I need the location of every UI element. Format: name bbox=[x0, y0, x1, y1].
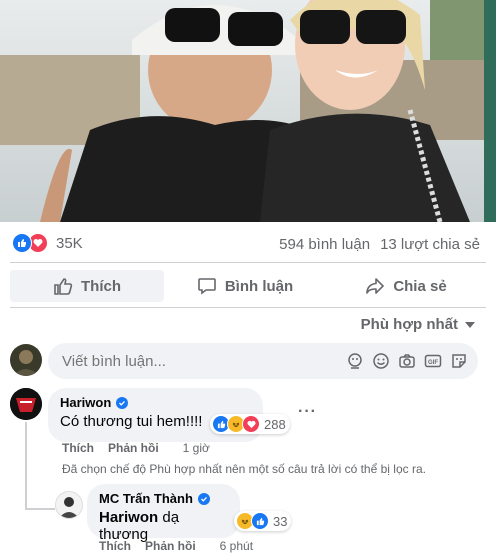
comment-author-name[interactable]: Hariwon bbox=[60, 395, 111, 410]
reply-thread-line bbox=[25, 422, 27, 510]
reply-text: Hariwon dạ thương bbox=[99, 509, 228, 543]
comment-reaction-badge[interactable]: 288 bbox=[210, 414, 290, 434]
avatar-sticker-icon[interactable] bbox=[346, 352, 364, 370]
post-photo[interactable] bbox=[0, 0, 496, 222]
reply-author-avatar[interactable] bbox=[55, 491, 83, 519]
like-icon bbox=[251, 512, 269, 530]
reply-mention[interactable]: Hariwon bbox=[99, 509, 158, 526]
verified-icon bbox=[197, 492, 210, 505]
current-user-avatar[interactable] bbox=[10, 344, 42, 376]
divider bbox=[10, 262, 486, 263]
reply-bubble[interactable]: MC Trấn Thành Hariwon dạ thương bbox=[87, 484, 240, 543]
comment-time[interactable]: 1 giờ bbox=[183, 441, 210, 455]
comment-label: Bình luận bbox=[224, 277, 294, 295]
comment-like-link[interactable]: Thích bbox=[62, 441, 94, 455]
share-arrow-icon bbox=[366, 278, 385, 294]
reply-reaction-badge[interactable]: 33 bbox=[234, 511, 292, 531]
engagement-counts: 594 bình luận 13 lượt chia sẻ bbox=[279, 236, 480, 253]
thumb-icon bbox=[54, 278, 73, 295]
comment-icon bbox=[198, 278, 216, 295]
like-icon bbox=[12, 233, 32, 253]
share-label: Chia sẻ bbox=[393, 277, 447, 295]
share-button[interactable]: Chia sẻ bbox=[326, 270, 486, 302]
gif-icon[interactable]: GIF bbox=[424, 352, 442, 370]
commenter-avatar[interactable] bbox=[10, 388, 42, 420]
like-button[interactable]: Thích bbox=[10, 270, 164, 302]
comment-reply-link[interactable]: Phản hồi bbox=[108, 441, 159, 455]
comment-button[interactable]: Bình luận bbox=[170, 270, 320, 302]
caret-down-icon bbox=[465, 321, 475, 328]
reply-time[interactable]: 6 phút bbox=[220, 539, 253, 553]
composer-tools: GIF bbox=[346, 352, 468, 370]
share-count[interactable]: 13 lượt chia sẻ bbox=[380, 236, 480, 253]
reply-reaction-count: 33 bbox=[273, 513, 288, 529]
like-label: Thích bbox=[81, 277, 121, 295]
reaction-count[interactable]: 35K bbox=[56, 235, 83, 252]
reply-meta: Thích Phản hồi 6 phút bbox=[99, 539, 253, 553]
comment-meta: Thích Phản hồi 1 giờ bbox=[62, 441, 210, 455]
comment-count[interactable]: 594 bình luận bbox=[279, 236, 370, 253]
sticker-icon[interactable] bbox=[450, 352, 468, 370]
comment-sort-dropdown[interactable]: Phù hợp nhất bbox=[361, 316, 476, 333]
comment-author[interactable]: Hariwon bbox=[60, 395, 251, 410]
camera-icon[interactable] bbox=[398, 352, 416, 370]
divider bbox=[10, 307, 486, 308]
love-icon bbox=[242, 415, 260, 433]
verified-icon bbox=[116, 396, 129, 409]
reply-like-link[interactable]: Thích bbox=[99, 539, 131, 553]
reply-author-name[interactable]: MC Trấn Thành bbox=[99, 491, 193, 506]
comment-reaction-count: 288 bbox=[264, 416, 286, 432]
svg-text:GIF: GIF bbox=[428, 360, 438, 366]
reply-author[interactable]: MC Trấn Thành bbox=[99, 491, 228, 506]
reply-thread-line bbox=[25, 508, 55, 510]
filter-note: Đã chọn chế độ Phù hợp nhất nên một số c… bbox=[62, 462, 426, 476]
sort-label: Phù hợp nhất bbox=[360, 316, 458, 333]
comment-input[interactable] bbox=[60, 351, 324, 371]
reaction-summary[interactable]: 35K bbox=[12, 233, 83, 253]
comment-composer[interactable]: GIF bbox=[48, 343, 478, 379]
emoji-icon[interactable] bbox=[372, 352, 390, 370]
reply-reply-link[interactable]: Phản hồi bbox=[145, 539, 196, 553]
more-options-button[interactable]: ··· bbox=[298, 403, 317, 421]
